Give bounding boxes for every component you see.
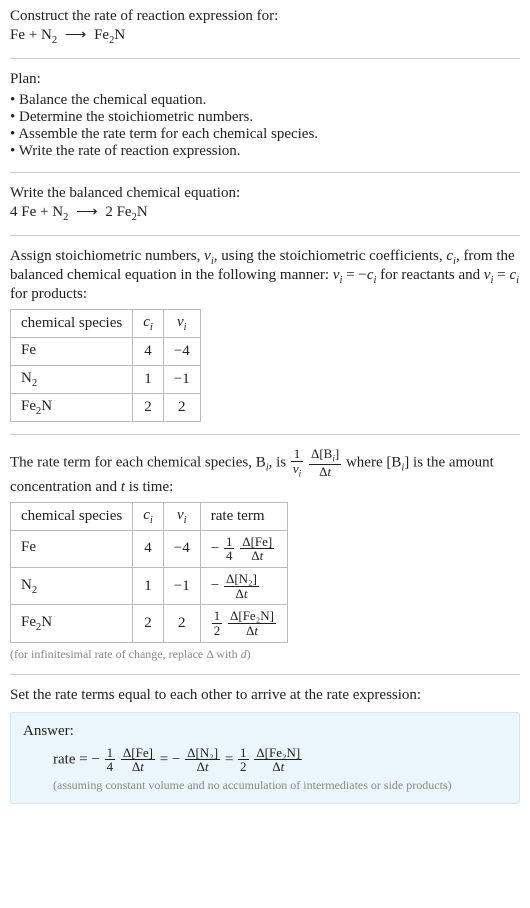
plan-item: Determine the stoichiometric numbers. (10, 109, 520, 126)
table-row: Fe2N 2 2 (11, 394, 201, 422)
col-rate-term: rate term (200, 502, 287, 530)
divider (10, 235, 520, 236)
plan-item: Assemble the rate term for each chemical… (10, 126, 520, 143)
infinitesimal-note: (for infinitesimal rate of change, repla… (10, 647, 520, 662)
col-ci: ci (133, 502, 164, 530)
prompt-text: Construct the rate of reaction expressio… (10, 8, 520, 25)
col-species: chemical species (11, 310, 133, 338)
table-row: Fe2N 2 2 12 Δ[Fe₂N]Δt (11, 605, 288, 642)
table-row: N2 1 −1 (11, 366, 201, 394)
assign-text: Assign stoichiometric numbers, νi, using… (10, 248, 520, 303)
plan-item: Write the rate of reaction expression. (10, 143, 520, 160)
arrow-icon: ⟶ (76, 204, 98, 220)
col-species: chemical species (11, 502, 133, 530)
table-row: N2 1 −1 − Δ[N₂]Δt (11, 568, 288, 605)
plan-label: Plan: (10, 71, 520, 88)
table-header-row: chemical species ci νi (11, 310, 201, 338)
unbalanced-equation: Fe + N2 ⟶ Fe2N (10, 25, 520, 46)
plan-item: Balance the chemical equation. (10, 92, 520, 109)
table-header-row: chemical species ci νi rate term (11, 502, 288, 530)
arrow-icon: ⟶ (65, 27, 87, 43)
rate-intro: The rate term for each chemical species,… (10, 447, 520, 496)
set-equal-text: Set the rate terms equal to each other t… (10, 687, 520, 704)
product-fe2n: Fe2N (94, 27, 125, 43)
rate-terms-table: chemical species ci νi rate term Fe 4 −4… (10, 502, 288, 643)
table-row: Fe 4 −4 (11, 338, 201, 366)
reactant-n2: N2 (41, 27, 57, 43)
rate-expression: rate = − 14 Δ[Fe]Δt = − Δ[N₂]Δt = 12 Δ[F… (53, 746, 507, 774)
divider (10, 172, 520, 173)
plus: + (25, 27, 41, 43)
col-nui: νi (163, 502, 200, 530)
table-row: Fe 4 −4 − 14 Δ[Fe]Δt (11, 530, 288, 567)
col-nui: νi (163, 310, 200, 338)
answer-assumption: (assuming constant volume and no accumul… (53, 778, 507, 793)
plan-list: Balance the chemical equation. Determine… (10, 92, 520, 160)
divider (10, 674, 520, 675)
col-ci: ci (133, 310, 164, 338)
reactant-fe: Fe (10, 27, 25, 43)
divider (10, 434, 520, 435)
answer-box: Answer: rate = − 14 Δ[Fe]Δt = − Δ[N₂]Δt … (10, 712, 520, 804)
answer-label: Answer: (23, 723, 507, 740)
balanced-equation: 4 Fe + N2 ⟶ 2 Fe2N (10, 202, 520, 223)
balanced-label: Write the balanced chemical equation: (10, 185, 520, 202)
stoichiometry-table: chemical species ci νi Fe 4 −4 N2 1 −1 F… (10, 309, 201, 422)
divider (10, 58, 520, 59)
